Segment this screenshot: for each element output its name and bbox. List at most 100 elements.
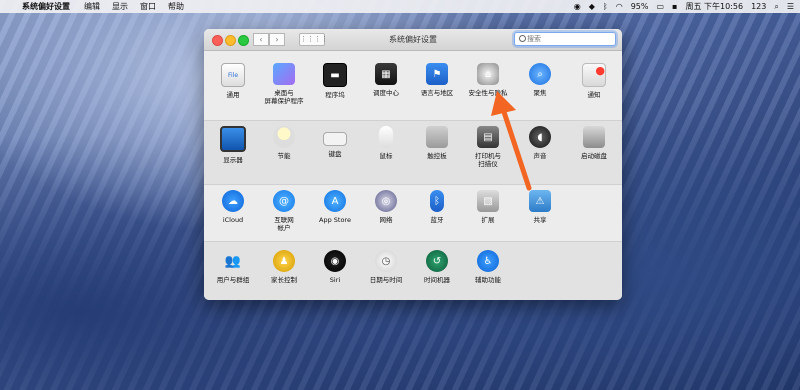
pref-pane-sound[interactable]: ◖ 声音	[514, 126, 566, 160]
parental-controls-icon: ♟	[273, 250, 295, 272]
mouse-icon	[379, 126, 393, 148]
pref-pane-dock[interactable]: ▬ 程序坞	[309, 63, 361, 99]
pref-pane-label: 通用	[226, 91, 240, 99]
pref-pane-app-store[interactable]: A App Store	[309, 190, 361, 224]
printer-icon: ▤	[477, 126, 499, 148]
pref-pane-bluetooth[interactable]: ᛒ 蓝牙	[411, 190, 463, 224]
pref-pane-label: 通知	[587, 91, 601, 99]
pref-pane-spotlight[interactable]: ⌕ 聚焦	[514, 63, 566, 97]
flag-icon[interactable]: ▪	[672, 0, 677, 13]
internet-accounts-icon: @	[273, 190, 295, 212]
search-menu-icon[interactable]: ⌕	[774, 0, 778, 13]
pref-pane-label: 辅助功能	[475, 276, 501, 284]
pref-pane-keyboard[interactable]: 键盘	[309, 126, 361, 158]
display-icon	[220, 126, 246, 152]
pref-pane-label: 互联网 帐户	[274, 216, 294, 232]
menu-help[interactable]: 帮助	[168, 0, 184, 13]
time-machine-icon: ↺	[426, 250, 448, 272]
trackpad-icon	[426, 126, 448, 148]
pref-pane-label: 键盘	[328, 150, 342, 158]
pref-pane-label: Siri	[329, 276, 341, 284]
input-source[interactable]: 123	[751, 0, 766, 13]
users-icon: 👥	[224, 253, 242, 269]
wifi-icon[interactable]: ◠	[616, 0, 623, 13]
pref-pane-language[interactable]: ⚑ 语言与地区	[411, 63, 463, 97]
pref-pane-label: 安全性与隐私	[468, 89, 508, 97]
pref-pane-printer[interactable]: ▤ 打印机与 扫描仪	[462, 126, 514, 168]
pref-pane-label: 家长控制	[271, 276, 297, 284]
pref-pane-extensions[interactable]: ▧ 扩展	[462, 190, 514, 224]
battery-icon[interactable]: ▭	[656, 0, 664, 13]
preferences-window: ‹ › ⋮⋮⋮⋮ 系统偏好设置 File 通用 桌面与 屏幕保护程序 ▬ 程序坞 ▦ 调度中…	[204, 29, 622, 300]
pref-pane-accessibility[interactable]: ♿ 辅助功能	[462, 250, 514, 284]
pref-pane-mouse[interactable]: 鼠标	[360, 126, 412, 160]
pref-pane-label: iCloud	[222, 216, 244, 224]
pref-pane-parental-controls[interactable]: ♟ 家长控制	[258, 250, 310, 284]
sharing-icon: ⚠	[529, 190, 551, 212]
record-icon[interactable]: ◉	[574, 0, 581, 13]
mission-control-icon: ▦	[375, 63, 397, 85]
pref-pane-label: 扩展	[481, 216, 495, 224]
pref-pane-sharing[interactable]: ⚠ 共享	[514, 190, 566, 224]
search-input[interactable]	[527, 33, 607, 45]
bluetooth-status-icon[interactable]: ᛒ	[603, 0, 608, 13]
pref-pane-time-machine[interactable]: ↺ 时间机器	[411, 250, 463, 284]
pref-pane-date-time[interactable]: ◷ 日期与时间	[360, 250, 412, 284]
pref-pane-label: 时间机器	[424, 276, 450, 284]
pref-pane-label: 节能	[277, 152, 291, 160]
pref-pane-general[interactable]: File 通用	[207, 63, 259, 99]
language-icon: ⚑	[426, 63, 448, 85]
pref-pane-label: 用户与群组	[216, 276, 250, 284]
pref-pane-label: 聚焦	[533, 89, 547, 97]
extensions-icon: ▧	[477, 190, 499, 212]
energy-icon	[273, 126, 295, 148]
network-icon: ◎	[375, 190, 397, 212]
title-bar: ‹ › ⋮⋮⋮⋮ 系统偏好设置	[204, 29, 622, 51]
menu-edit[interactable]: 编辑	[84, 0, 100, 13]
menu-view[interactable]: 显示	[112, 0, 128, 13]
pref-pane-security[interactable]: ⌂ 安全性与隐私	[462, 63, 514, 97]
pref-pane-label: 触控板	[427, 152, 447, 160]
pref-pane-internet-accounts[interactable]: @ 互联网 帐户	[258, 190, 310, 232]
pref-pane-label: 共享	[533, 216, 547, 224]
pref-pane-label: 网络	[379, 216, 393, 224]
pref-pane-label: 语言与地区	[420, 89, 454, 97]
dropbox-icon[interactable]: ◆	[589, 0, 595, 13]
pref-pane-users[interactable]: 👥 用户与群组	[207, 250, 259, 285]
bluetooth-icon: ᛒ	[430, 190, 444, 212]
pref-pane-notifications[interactable]: ● 通知	[568, 63, 620, 99]
general-icon: File	[221, 63, 245, 87]
pref-pane-label: 鼠标	[379, 152, 393, 160]
search-icon	[519, 35, 526, 42]
keyboard-icon	[323, 132, 347, 146]
pref-pane-trackpad[interactable]: 触控板	[411, 126, 463, 160]
clock[interactable]: 周五 下午10:56	[685, 0, 743, 13]
pref-pane-desktop[interactable]: 桌面与 屏幕保护程序	[258, 63, 310, 105]
pref-pane-label: 程序坞	[325, 91, 345, 99]
menu-app-name[interactable]: 系统偏好设置	[22, 0, 70, 13]
pref-pane-label: 桌面与 屏幕保护程序	[264, 89, 304, 105]
pref-pane-energy[interactable]: 节能	[258, 126, 310, 160]
pref-pane-mission-control[interactable]: ▦ 调度中心	[360, 63, 412, 97]
pref-pane-icloud[interactable]: ☁ iCloud	[207, 190, 259, 224]
battery-percent[interactable]: 95%	[631, 0, 649, 13]
pref-pane-display[interactable]: 显示器	[207, 126, 259, 164]
date-time-icon: ◷	[375, 250, 397, 272]
app-store-icon: A	[324, 190, 346, 212]
control-center-icon[interactable]: ☰	[787, 0, 794, 13]
pref-pane-startup-disk[interactable]: 启动磁盘	[568, 126, 620, 160]
siri-icon: ◉	[324, 250, 346, 272]
pref-pane-label: 蓝牙	[430, 216, 444, 224]
notifications-icon: ●	[582, 63, 606, 87]
pref-pane-label: 启动磁盘	[581, 152, 607, 160]
pref-pane-network[interactable]: ◎ 网络	[360, 190, 412, 224]
spotlight-icon: ⌕	[529, 63, 551, 85]
security-icon: ⌂	[477, 63, 499, 85]
pref-pane-label: App Store	[319, 216, 351, 224]
sound-icon: ◖	[529, 126, 551, 148]
startup-disk-icon	[583, 126, 605, 148]
search-field[interactable]	[514, 32, 616, 46]
menu-window[interactable]: 窗口	[140, 0, 156, 13]
desktop-icon	[273, 63, 295, 85]
pref-pane-siri[interactable]: ◉ Siri	[309, 250, 361, 284]
